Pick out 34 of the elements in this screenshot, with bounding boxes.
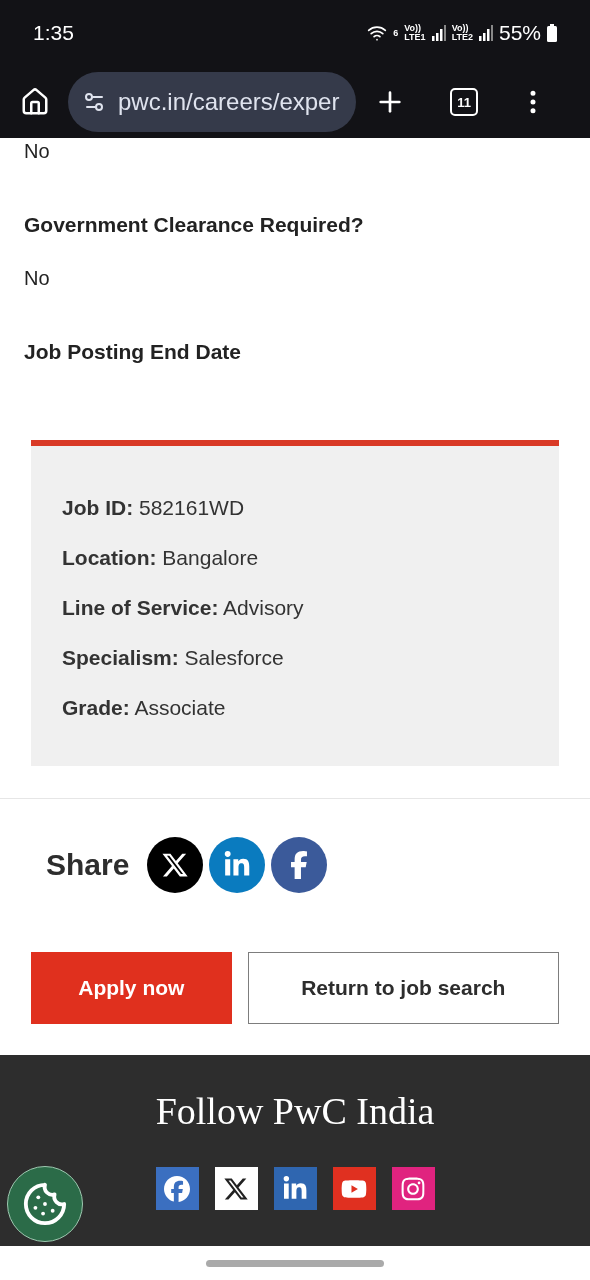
address-bar[interactable]: pwc.in/careers/exper <box>68 72 356 132</box>
summary-line: Grade: Associate <box>62 696 227 720</box>
signal-icon <box>478 25 493 41</box>
sim-label: Vo)) LTE1 <box>404 24 426 42</box>
clock: 1:35 <box>33 21 74 45</box>
site-settings-icon[interactable] <box>82 90 106 114</box>
wifi-icon <box>367 23 388 43</box>
field-heading: Government Clearance Required? <box>24 213 365 237</box>
instagram-follow-icon[interactable] <box>391 1167 435 1210</box>
home-icon[interactable] <box>20 87 50 117</box>
summary-line: Job ID: 582161WD <box>62 496 246 520</box>
summary-line: Location: Bangalore <box>62 546 260 570</box>
field-heading: Job Posting End Date <box>24 340 242 364</box>
x-follow-icon[interactable] <box>214 1167 258 1210</box>
tab-count[interactable]: 11 <box>450 88 478 116</box>
footer-title: Follow PwC India <box>155 1089 435 1133</box>
gesture-handle[interactable] <box>206 1259 384 1267</box>
field-value: No <box>24 140 51 163</box>
facebook-follow-icon[interactable] <box>155 1167 199 1210</box>
battery-level: 55% <box>498 21 541 45</box>
field-value: No <box>24 267 51 290</box>
linkedin-follow-icon[interactable] <box>273 1167 317 1210</box>
battery-icon <box>547 24 557 42</box>
youtube-follow-icon[interactable] <box>332 1167 376 1210</box>
return-button[interactable]: Return to job search <box>247 952 559 1024</box>
cookie-icon <box>22 1181 68 1227</box>
apply-button[interactable]: Apply now <box>31 952 232 1024</box>
share-label: Share <box>46 848 130 882</box>
summary-line: Line of Service: Advisory <box>62 596 305 620</box>
url-text: pwc.in/careers/exper <box>118 88 340 116</box>
wifi-label: 6 <box>393 28 399 38</box>
summary-line: Specialism: Salesforce <box>62 646 285 670</box>
signal-icon <box>431 25 446 41</box>
sim-label: Vo)) LTE2 <box>451 24 473 42</box>
